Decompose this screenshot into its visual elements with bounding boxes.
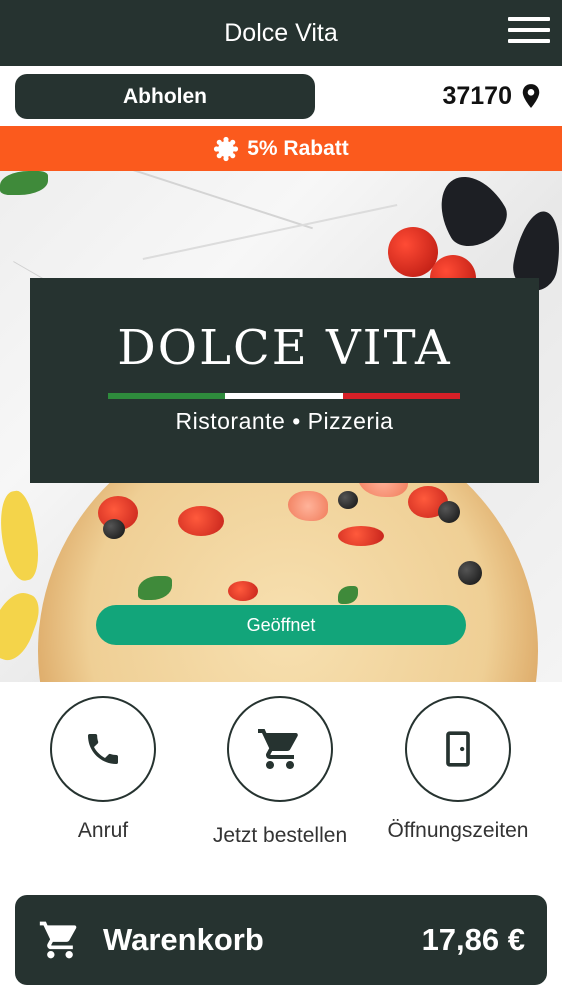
discount-banner[interactable]: 5% Rabatt xyxy=(0,126,562,171)
logo-subtitle: Ristorante • Pizzeria xyxy=(175,408,394,434)
shopping-cart-icon xyxy=(39,921,77,959)
call-action[interactable]: Anruf xyxy=(18,696,188,843)
shopping-cart-icon xyxy=(258,729,298,769)
mussel-decoration xyxy=(426,171,516,256)
cart-label: Warenkorb xyxy=(103,922,264,957)
logo-name: DOLCE VITA xyxy=(117,320,452,376)
call-label: Anruf xyxy=(77,819,129,842)
restaurant-logo: DOLCE VITA Ristorante • Pizzeria xyxy=(30,278,539,483)
hero-image: DOLCE VITA Ristorante • Pizzeria Geöffne… xyxy=(0,171,562,682)
order-now-action[interactable]: Jetzt bestellen xyxy=(195,696,365,848)
pickup-button[interactable]: Abholen xyxy=(15,74,315,119)
order-mode-bar: Abholen 37170 xyxy=(0,66,562,126)
opening-hours-label: Öffnungszeiten xyxy=(387,819,529,842)
opening-hours-button[interactable] xyxy=(405,696,511,802)
quick-actions: Anruf Jetzt bestellen Öffnungszeiten xyxy=(0,682,562,882)
hamburger-menu-icon[interactable] xyxy=(508,17,550,49)
lemon-decoration xyxy=(0,488,44,584)
sun-badge-icon xyxy=(214,136,239,161)
opening-hours-action[interactable]: Öffnungszeiten xyxy=(373,696,543,843)
door-icon xyxy=(446,731,470,767)
call-button[interactable] xyxy=(50,696,156,802)
postal-code-selector[interactable]: 37170 xyxy=(442,76,542,116)
discount-text: 5% Rabatt xyxy=(247,136,349,160)
location-pin-icon xyxy=(522,84,540,108)
basil-decoration xyxy=(0,171,48,195)
order-now-label: Jetzt bestellen xyxy=(212,824,348,847)
app-header: Dolce Vita xyxy=(0,0,562,66)
cart-total: 17,86 € xyxy=(421,922,525,957)
order-now-button[interactable] xyxy=(227,696,333,802)
open-status-badge[interactable]: Geöffnet xyxy=(96,605,466,645)
phone-icon xyxy=(88,734,118,764)
restaurant-title: Dolce Vita xyxy=(224,19,338,47)
postal-code: 37170 xyxy=(442,81,512,110)
cart-button[interactable]: Warenkorb 17,86 € xyxy=(15,895,547,985)
italian-flag-stripe xyxy=(108,393,460,399)
